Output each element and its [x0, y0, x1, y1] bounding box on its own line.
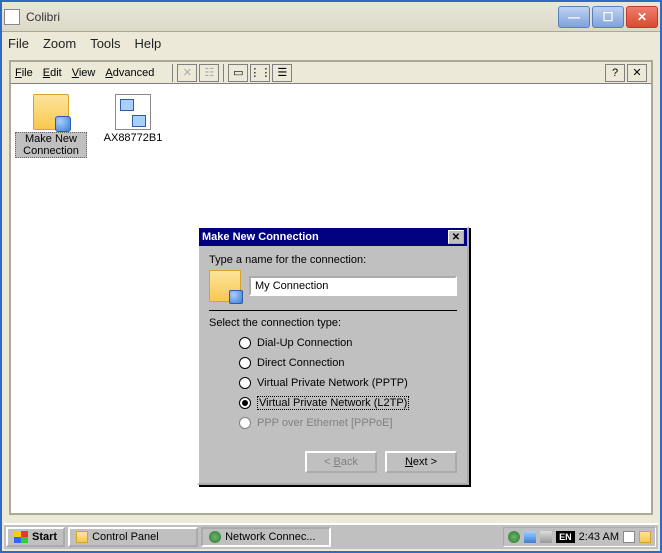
tb-properties-icon: ☷	[199, 64, 219, 82]
divider	[209, 310, 457, 311]
radio-icon	[239, 397, 251, 409]
tray-language[interactable]: EN	[556, 531, 575, 543]
tray-network-icon[interactable]	[508, 531, 520, 543]
system-tray: EN 2:43 AM	[503, 527, 656, 547]
taskbar: Start Control Panel Network Connec... EN…	[4, 523, 658, 549]
maximize-button[interactable]: ☐	[592, 6, 624, 28]
tray-clock: 2:43 AM	[579, 531, 619, 543]
outer-titlebar: Colibri — ☐ ✕	[2, 2, 660, 32]
tb-details-icon[interactable]: ☰	[272, 64, 292, 82]
toolbar-sep	[172, 64, 173, 82]
dialog-titlebar[interactable]: Make New Connection ✕	[199, 228, 467, 246]
connection-icon	[209, 270, 241, 302]
connection-type-group: Dial-Up Connection Direct Connection Vir…	[209, 333, 457, 433]
tray-volume-icon[interactable]	[540, 531, 552, 543]
tray-desktop-icon[interactable]	[639, 531, 651, 543]
toolbar: ✕ ☷ ▭ ⋮⋮ ☰	[170, 64, 292, 82]
connection-wizard-icon	[33, 94, 69, 130]
help-button[interactable]: ?	[605, 64, 625, 82]
app-title: Colibri	[26, 10, 556, 24]
type-prompt-label: Select the connection type:	[209, 317, 457, 329]
task-label: Control Panel	[92, 531, 159, 543]
radio-icon	[239, 337, 251, 349]
inner-menu-view[interactable]: View	[72, 67, 96, 79]
menu-file[interactable]: File	[8, 36, 29, 51]
inner-close-button[interactable]: ✕	[627, 64, 647, 82]
tray-lan-icon[interactable]	[524, 531, 536, 543]
task-label: Network Connec...	[225, 531, 315, 543]
make-new-connection-dialog: Make New Connection ✕ Type a name for th…	[197, 226, 469, 485]
outer-menubar: File Zoom Tools Help	[2, 32, 660, 54]
inner-window: File Edit View Advanced ✕ ☷ ▭ ⋮⋮ ☰ ? ✕ M…	[9, 60, 653, 515]
icon-label: Make New Connection	[15, 132, 87, 158]
radio-direct[interactable]: Direct Connection	[239, 353, 457, 373]
radio-icon	[239, 377, 251, 389]
globe-icon	[209, 531, 221, 543]
app-icon	[4, 9, 20, 25]
task-network-connections[interactable]: Network Connec...	[201, 527, 331, 547]
icon-network-device[interactable]: AX88772B1	[97, 88, 169, 144]
minimize-button[interactable]: —	[558, 6, 590, 28]
next-button[interactable]: Next >	[385, 451, 457, 473]
connection-name-input[interactable]	[249, 276, 457, 296]
back-button: < Back	[305, 451, 377, 473]
close-button[interactable]: ✕	[626, 6, 658, 28]
dialog-close-button[interactable]: ✕	[448, 230, 464, 244]
toolbar-sep	[223, 64, 224, 82]
menu-zoom[interactable]: Zoom	[43, 36, 76, 51]
menu-tools[interactable]: Tools	[90, 36, 120, 51]
tb-small-icons-icon[interactable]: ⋮⋮	[250, 64, 270, 82]
radio-vpn-l2tp[interactable]: Virtual Private Network (L2TP)	[239, 393, 457, 413]
inner-menu-file[interactable]: File	[15, 67, 33, 79]
network-adapter-icon	[115, 94, 151, 130]
radio-vpn-pptp[interactable]: Virtual Private Network (PPTP)	[239, 373, 457, 393]
icon-make-new-connection[interactable]: Make New Connection	[15, 88, 87, 158]
radio-pppoe: PPP over Ethernet [PPPoE]	[239, 413, 457, 433]
content-area: Make New Connection AX88772B1 Make New C…	[11, 84, 651, 513]
inner-menubar: File Edit View Advanced ✕ ☷ ▭ ⋮⋮ ☰ ? ✕	[11, 62, 651, 84]
folder-icon	[76, 531, 88, 543]
tb-delete-icon: ✕	[177, 64, 197, 82]
inner-menu-advanced[interactable]: Advanced	[105, 67, 154, 79]
name-prompt-label: Type a name for the connection:	[209, 254, 457, 266]
menu-help[interactable]: Help	[135, 36, 162, 51]
radio-icon	[239, 357, 251, 369]
dialog-title: Make New Connection	[202, 231, 448, 243]
radio-icon	[239, 417, 251, 429]
start-button[interactable]: Start	[6, 527, 65, 547]
icon-label: AX88772B1	[97, 132, 169, 144]
inner-menu-edit[interactable]: Edit	[43, 67, 62, 79]
tray-input-icon[interactable]	[623, 531, 635, 543]
start-label: Start	[32, 531, 57, 543]
task-control-panel[interactable]: Control Panel	[68, 527, 198, 547]
tb-large-icons-icon[interactable]: ▭	[228, 64, 248, 82]
radio-dialup[interactable]: Dial-Up Connection	[239, 333, 457, 353]
start-flag-icon	[14, 531, 28, 543]
